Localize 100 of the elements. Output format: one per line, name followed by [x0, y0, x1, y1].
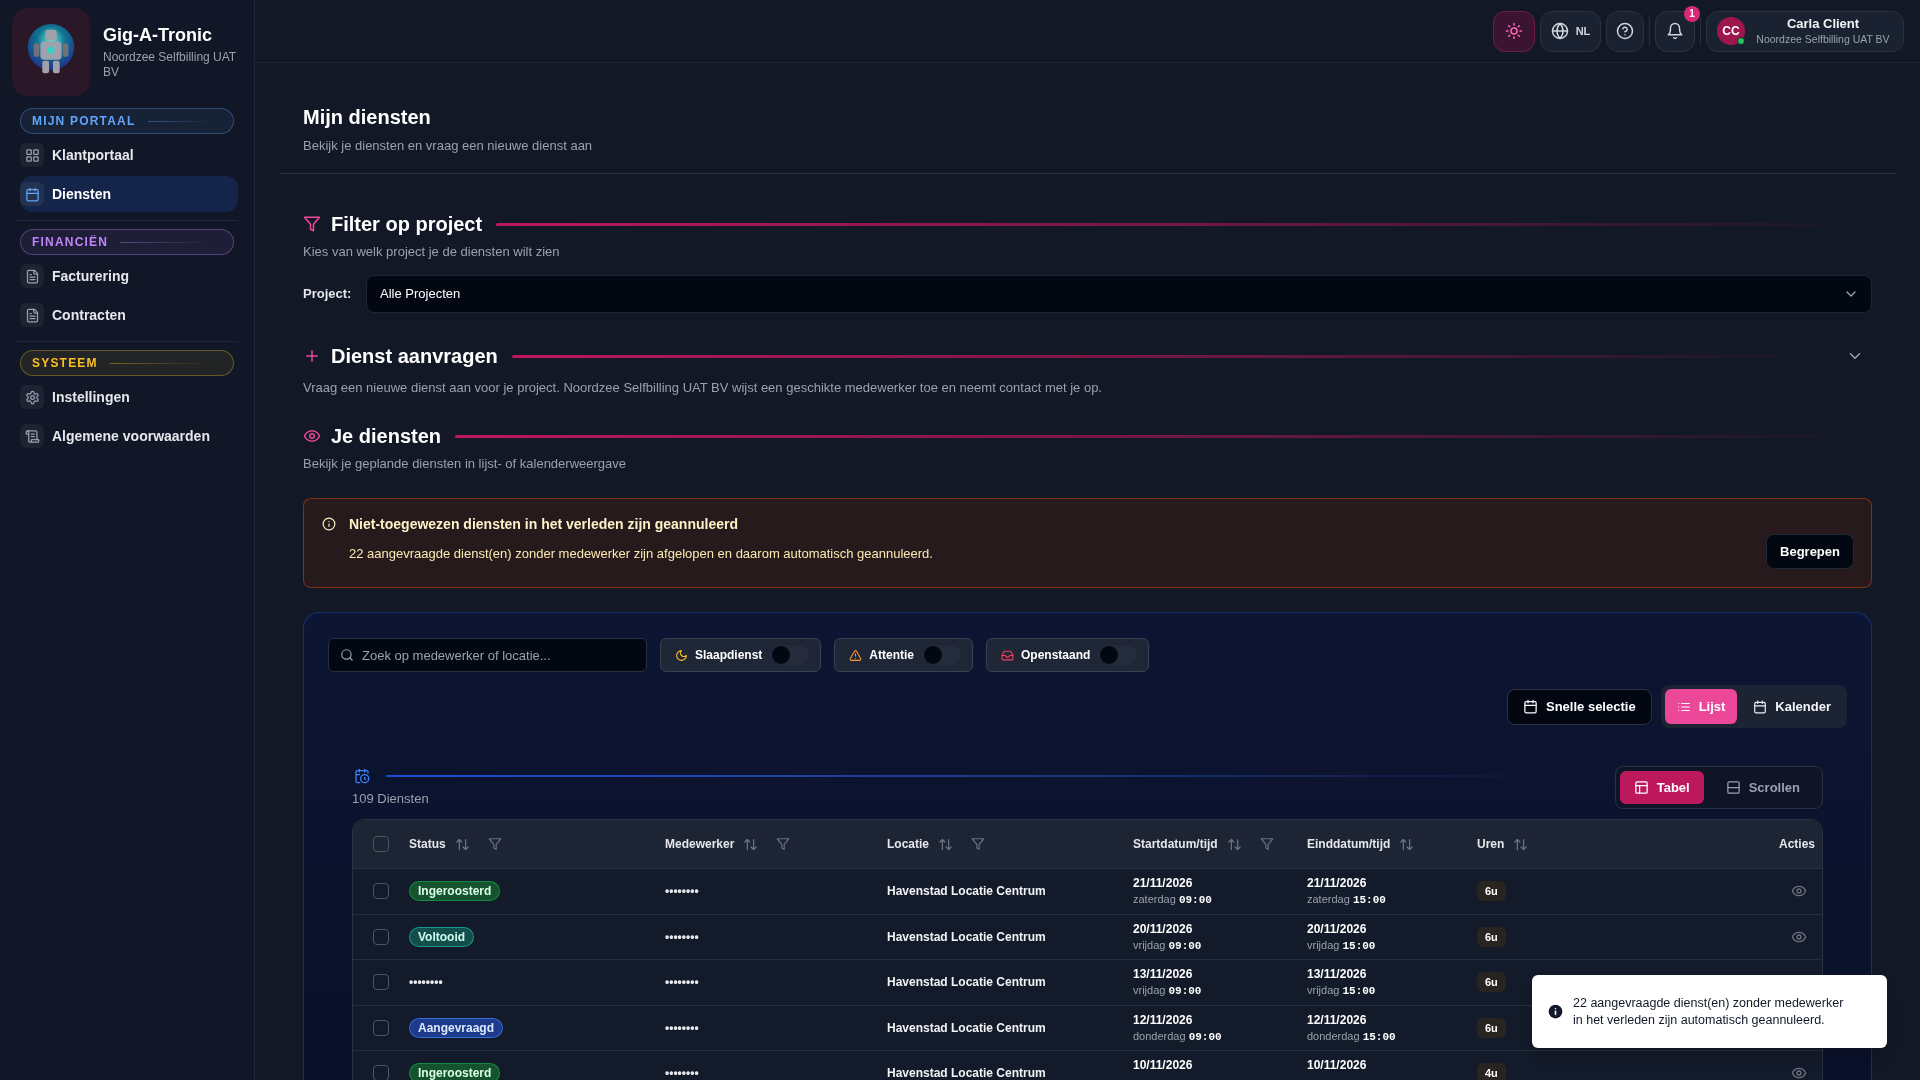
- project-select[interactable]: Alle Projecten: [366, 275, 1872, 313]
- location-text: Havenstad Locatie Centrum: [887, 928, 1046, 946]
- start-date: 12/11/2026: [1133, 1011, 1193, 1028]
- column-header: Acties: [1778, 836, 1815, 853]
- status-badge: Aangevraagd: [409, 1017, 504, 1038]
- search-field[interactable]: Zoek op medewerker of locatie...: [328, 638, 647, 672]
- robot-logo-icon: [12, 8, 90, 96]
- scroll-icon: [20, 424, 44, 448]
- hours-badge: 6u: [1477, 1017, 1506, 1038]
- layout-tab[interactable]: Scrollen: [1707, 771, 1818, 804]
- calendar-icon: [1753, 699, 1768, 714]
- filter-chip[interactable]: Attentie: [834, 638, 974, 672]
- settings-icon: [20, 385, 44, 409]
- column-header: Einddatum/tijd: [1307, 836, 1391, 853]
- organization-name: Noordzee Selfbilling UAT BV: [103, 50, 237, 80]
- checkbox[interactable]: [373, 974, 389, 991]
- checkbox[interactable]: [373, 1065, 389, 1080]
- table-icon: [1633, 780, 1649, 795]
- nav-item[interactable]: Diensten: [20, 176, 238, 212]
- globe-icon: [1550, 22, 1569, 40]
- sort-icon[interactable]: [1226, 836, 1242, 852]
- view-tab[interactable]: Kalender: [1741, 689, 1843, 724]
- grid-icon: [20, 143, 44, 167]
- start-date: 13/11/2026: [1133, 966, 1193, 983]
- nav-item[interactable]: Contracten: [20, 297, 238, 333]
- column-header: Medewerker: [665, 836, 735, 853]
- end-day-time: vrijdag 15:00: [1307, 983, 1376, 1000]
- column-header: Locatie: [887, 836, 929, 853]
- theme-toggle-button[interactable]: [1493, 10, 1535, 52]
- status-badge: Ingeroosterd: [409, 1063, 501, 1080]
- sort-icon[interactable]: [454, 836, 470, 852]
- nav-item[interactable]: Instellingen: [20, 379, 238, 415]
- hours-badge: 4u: [1477, 1063, 1506, 1080]
- nav-item[interactable]: Klantportaal: [20, 137, 238, 173]
- hours-badge: 6u: [1477, 972, 1506, 993]
- filter-icon[interactable]: [487, 837, 502, 851]
- end-date: 12/11/2026: [1307, 1011, 1367, 1028]
- filter-icon[interactable]: [776, 837, 791, 851]
- eye-icon[interactable]: [1791, 1065, 1807, 1080]
- filter-icon: [303, 215, 321, 233]
- employee-name: ••••••••: [665, 1065, 699, 1080]
- inbox-icon: [1001, 648, 1015, 662]
- user-menu-button[interactable]: CC Carla Client Noordzee Selfbilling UAT BV: [1706, 10, 1904, 52]
- document-icon: [20, 264, 44, 288]
- filter-icon[interactable]: [971, 837, 985, 851]
- rows-icon: [1725, 780, 1741, 795]
- notifications-button[interactable]: [1655, 10, 1695, 52]
- toggle-switch[interactable]: [923, 645, 962, 665]
- end-date: 10/11/2026: [1307, 1057, 1367, 1074]
- toggle-switch[interactable]: [1099, 645, 1138, 665]
- language-button[interactable]: NL: [1540, 10, 1601, 52]
- section-subtitle: Vraag een nieuwe dienst aan voor je project. Noordzee Selfbilling UAT BV wijst een geschikte medewerker toe en neemt contact met je op.: [303, 379, 1103, 397]
- section-label: MIJN PORTAAL: [20, 108, 234, 134]
- info-icon: [1548, 1004, 1563, 1019]
- employee-name: ••••••••: [665, 928, 699, 946]
- plus-icon: [303, 347, 321, 365]
- section-subtitle: Kies van welk project je de diensten wilt zien: [303, 243, 561, 261]
- location-text: Havenstad Locatie Centrum: [887, 1065, 1046, 1080]
- sort-icon[interactable]: [938, 836, 953, 852]
- warning-icon: [849, 648, 863, 662]
- end-date: 21/11/2026: [1307, 875, 1367, 892]
- end-day-time: vrijdag 15:00: [1307, 937, 1376, 954]
- eye-icon: [303, 427, 321, 445]
- section-title: Filter op project: [331, 212, 483, 237]
- toggle-switch[interactable]: [771, 645, 810, 665]
- sort-icon[interactable]: [743, 836, 759, 852]
- notification-badge: 1: [1684, 5, 1700, 22]
- dismiss-button[interactable]: Begrepen: [1766, 534, 1854, 569]
- calendar-icon: [20, 182, 44, 206]
- status-text: ••••••••: [409, 974, 443, 992]
- location-text: Havenstad Locatie Centrum: [887, 1019, 1046, 1037]
- help-button[interactable]: [1606, 10, 1644, 52]
- sort-icon[interactable]: [1513, 836, 1529, 852]
- checkbox[interactable]: [373, 883, 389, 900]
- checkbox[interactable]: [373, 928, 389, 945]
- checkbox[interactable]: [373, 836, 389, 852]
- bell-icon: [1666, 22, 1684, 40]
- end-day-time: donderdag 15:00: [1307, 1028, 1396, 1045]
- quick-select-button[interactable]: Snelle selectie: [1507, 688, 1652, 725]
- start-day-time: zaterdag 09:00: [1133, 892, 1212, 909]
- app-title: Gig-A-Tronic: [103, 24, 213, 47]
- calendar-icon: [1523, 699, 1538, 714]
- layout-tab[interactable]: Tabel: [1619, 771, 1704, 804]
- column-header: Status: [409, 836, 446, 853]
- start-day-time: vrijdag 09:00: [1133, 983, 1202, 1000]
- alert-message: 22 aangevraagde dienst(en) zonder medewerker zijn afgelopen en daarom automatisch geannuleerd.: [349, 545, 933, 563]
- page-title: Mijn diensten: [303, 105, 432, 130]
- nav-item[interactable]: Facturering: [20, 258, 238, 294]
- checkbox[interactable]: [373, 1019, 389, 1036]
- filter-icon[interactable]: [1259, 837, 1274, 851]
- info-icon: [322, 517, 336, 531]
- start-day-time: vrijdag 09:00: [1133, 937, 1202, 954]
- nav-item[interactable]: Algemene voorwaarden: [20, 418, 238, 454]
- section-label: FINANCIËN: [20, 229, 234, 255]
- sun-icon: [1505, 22, 1523, 40]
- view-tab[interactable]: Lijst: [1664, 689, 1738, 724]
- sort-icon[interactable]: [1399, 836, 1415, 852]
- section-title: Dienst aanvragen: [331, 344, 498, 369]
- filter-chip[interactable]: Openstaand: [986, 638, 1150, 672]
- filter-chip[interactable]: Slaapdienst: [660, 638, 822, 672]
